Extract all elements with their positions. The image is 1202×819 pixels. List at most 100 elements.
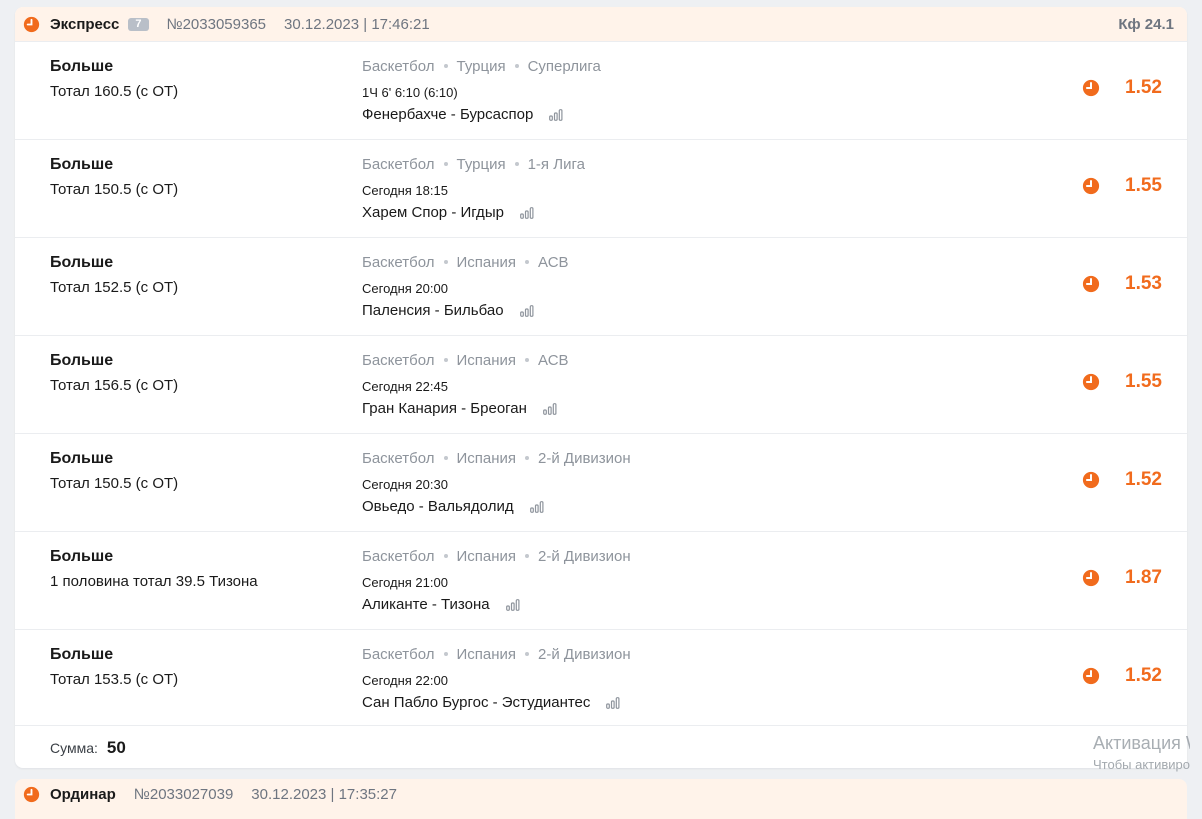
match-label: Харем Спор - Игдыр — [362, 204, 504, 221]
league-label: АСВ — [538, 254, 569, 271]
competition-path: Баскетбол Испания АСВ — [362, 254, 569, 271]
sport-label: Баскетбол — [362, 156, 435, 173]
market-label: Тотал 153.5 (с ОТ) — [50, 671, 179, 688]
market-label: Тотал 150.5 (с ОТ) — [50, 475, 179, 492]
odds-value: 1.52 — [1125, 469, 1162, 490]
match-label: Паленсия - Бильбао — [362, 302, 504, 319]
match-name[interactable]: Гран Канария - Бреоган — [362, 400, 557, 417]
selection-row[interactable]: Больше 1 половина тотал 39.5 Тизона Баскет… — [15, 531, 1187, 629]
market-label: Тотал 156.5 (с ОТ) — [50, 377, 179, 394]
stats-icon[interactable] — [520, 206, 534, 219]
country-label: Испания — [456, 450, 517, 467]
selection-row[interactable]: Больше Тотал 150.5 (с ОТ) Баскетбол Испания… — [15, 433, 1187, 531]
selection-row[interactable]: Больше Тотал 156.5 (с ОТ) Баскетбол Испания… — [15, 335, 1187, 433]
match-label: Овьедо - Вальядолид — [362, 498, 514, 515]
separator-dot — [525, 554, 530, 559]
match-name[interactable]: Сан Пабло Бургос - Эстудиантес — [362, 694, 620, 711]
stats-icon[interactable] — [505, 598, 520, 611]
separator-dot — [443, 456, 448, 461]
match-name[interactable]: Паленсия - Бильбао — [362, 302, 534, 319]
outcome-label: Больше — [50, 254, 114, 271]
country-label: Испания — [456, 548, 517, 565]
match-name[interactable]: Фенербахче - Бурсаспор — [362, 106, 563, 123]
odds-value: 1.52 — [1125, 665, 1162, 686]
match-name[interactable]: Харем Спор - Игдыр — [362, 204, 534, 221]
single-bet-header[interactable]: Ординар №2033027039 30.12.2023 | 17:35:2… — [15, 779, 1187, 809]
country-label: Турция — [456, 58, 506, 75]
clock-icon — [23, 786, 40, 802]
match-label: Фенербахче - Бурсаспор — [362, 106, 534, 123]
event-time: Сегодня 20:30 — [362, 477, 448, 492]
event-time: Сегодня 22:00 — [362, 673, 448, 688]
country-label: Испания — [456, 254, 517, 271]
separator-dot — [443, 652, 448, 657]
stats-icon[interactable] — [529, 500, 544, 513]
match-name[interactable]: Овьедо - Вальядолид — [362, 498, 544, 515]
sport-label: Баскетбол — [362, 450, 435, 467]
page-scrollbar[interactable] — [1190, 0, 1202, 799]
sport-label: Баскетбол — [362, 646, 435, 663]
event-time: 1Ч 6' 6:10 (6:10) — [362, 85, 458, 100]
country-label: Испания — [456, 646, 517, 663]
stats-icon[interactable] — [519, 304, 534, 317]
bet-sum-footer: Сумма: 50 — [15, 725, 1187, 768]
sport-label: Баскетбол — [362, 254, 435, 271]
pending-clock-icon — [1082, 79, 1100, 97]
pending-clock-icon — [1082, 569, 1100, 587]
selection-row[interactable]: Больше Тотал 152.5 (с ОТ) Баскетбол Испания… — [15, 237, 1187, 335]
express-bet-header[interactable]: Экспресс 7 №2033059365 30.12.2023 | 17:4… — [15, 7, 1187, 41]
pending-clock-icon — [1082, 373, 1100, 391]
separator-dot — [525, 652, 530, 657]
express-bet-card: Экспресс 7 №2033059365 30.12.2023 | 17:4… — [15, 7, 1187, 768]
single-bet-card[interactable]: Ординар №2033027039 30.12.2023 | 17:35:2… — [15, 779, 1187, 819]
match-name[interactable]: Аликанте - Тизона — [362, 596, 520, 613]
outcome-label: Больше — [50, 548, 114, 565]
match-label: Аликанте - Тизона — [362, 596, 490, 613]
league-label: 2-й Дивизион — [538, 450, 631, 467]
separator-dot — [525, 358, 530, 363]
league-label: 2-й Дивизион — [538, 646, 631, 663]
separator-dot — [443, 162, 448, 167]
outcome-label: Больше — [50, 646, 114, 663]
sport-label: Баскетбол — [362, 58, 435, 75]
pending-clock-icon — [1082, 667, 1100, 685]
country-label: Турция — [456, 156, 506, 173]
outcome-label: Больше — [50, 450, 114, 467]
league-label: 2-й Дивизион — [538, 548, 631, 565]
stats-icon[interactable] — [543, 402, 557, 415]
separator-dot — [525, 260, 530, 265]
bet-number: №2033059365 — [166, 15, 267, 33]
competition-path: Баскетбол Турция 1-я Лига — [362, 156, 585, 173]
clock-icon — [23, 16, 40, 32]
match-label: Гран Канария - Бреоган — [362, 400, 527, 417]
competition-path: Баскетбол Испания 2-й Дивизион — [362, 646, 631, 663]
outcome-label: Больше — [50, 58, 114, 75]
sport-label: Баскетбол — [362, 548, 435, 565]
selection-row[interactable]: Больше Тотал 160.5 (с ОТ) Баскетбол Турция С… — [15, 41, 1187, 139]
total-coefficient: Кф 24.1 — [1118, 15, 1174, 33]
sum-label: Сумма: — [50, 739, 98, 756]
competition-path: Баскетбол Испания 2-й Дивизион — [362, 450, 631, 467]
competition-path: Баскетбол Испания АСВ — [362, 352, 569, 369]
bet-type-label: Экспресс — [50, 15, 120, 33]
league-label: Суперлига — [527, 58, 601, 75]
competition-path: Баскетбол Турция Суперлига — [362, 58, 601, 75]
stats-icon[interactable] — [549, 108, 563, 121]
selection-row[interactable]: Больше Тотал 153.5 (с ОТ) Баскетбол Испания… — [15, 629, 1187, 727]
sum-value: 50 — [106, 737, 126, 757]
selection-list: Больше Тотал 160.5 (с ОТ) Баскетбол Турция С… — [15, 41, 1187, 727]
event-time: Сегодня 18:15 — [362, 183, 448, 198]
league-label: 1-я Лига — [527, 156, 585, 173]
pending-clock-icon — [1082, 275, 1100, 293]
bet-number: №2033027039 — [133, 785, 234, 803]
market-label: Тотал 160.5 (с ОТ) — [50, 83, 179, 100]
separator-dot — [514, 64, 519, 69]
pending-clock-icon — [1082, 471, 1100, 489]
market-label: Тотал 150.5 (с ОТ) — [50, 181, 179, 198]
separator-dot — [443, 554, 448, 559]
separator-dot — [443, 260, 448, 265]
stats-icon[interactable] — [606, 696, 620, 709]
separator-dot — [443, 64, 448, 69]
selection-row[interactable]: Больше Тотал 150.5 (с ОТ) Баскетбол Турция 1… — [15, 139, 1187, 237]
league-label: АСВ — [538, 352, 569, 369]
